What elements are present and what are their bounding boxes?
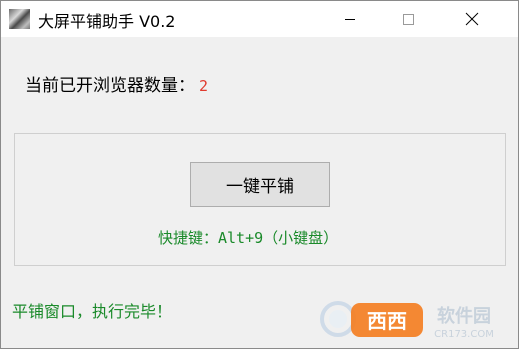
- browser-count-status: 当前已开浏览器数量： 2: [25, 71, 208, 96]
- browser-count-value: 2: [199, 77, 209, 95]
- close-button[interactable]: [449, 1, 495, 37]
- app-window: 大屏平铺助手 V0.2 当前已开浏览器数量： 2 一键平铺 快捷键：Alt+9（小…: [0, 0, 519, 349]
- maximize-icon: [403, 14, 414, 25]
- title-bar[interactable]: 大屏平铺助手 V0.2: [1, 1, 518, 37]
- svg-text:西西: 西西: [367, 309, 407, 333]
- window-title: 大屏平铺助手 V0.2: [38, 12, 176, 31]
- maximize-button[interactable]: [385, 1, 431, 37]
- browser-count-label: 当前已开浏览器数量：: [25, 76, 195, 96]
- hotkey-hint: 快捷键：Alt+9（小键盘）: [158, 229, 339, 247]
- svg-text:软件园: 软件园: [437, 305, 491, 327]
- minimize-button[interactable]: [327, 1, 373, 37]
- result-message: 平铺窗口，执行完毕！: [12, 302, 173, 321]
- minimize-icon: [345, 19, 355, 20]
- tile-windows-button[interactable]: 一键平铺: [190, 162, 330, 207]
- app-icon: [9, 9, 30, 29]
- close-icon: [465, 12, 479, 26]
- svg-text:CR173.COM: CR173.COM: [434, 329, 494, 340]
- watermark-logo: 西西 软件园 CR173.COM: [320, 301, 494, 340]
